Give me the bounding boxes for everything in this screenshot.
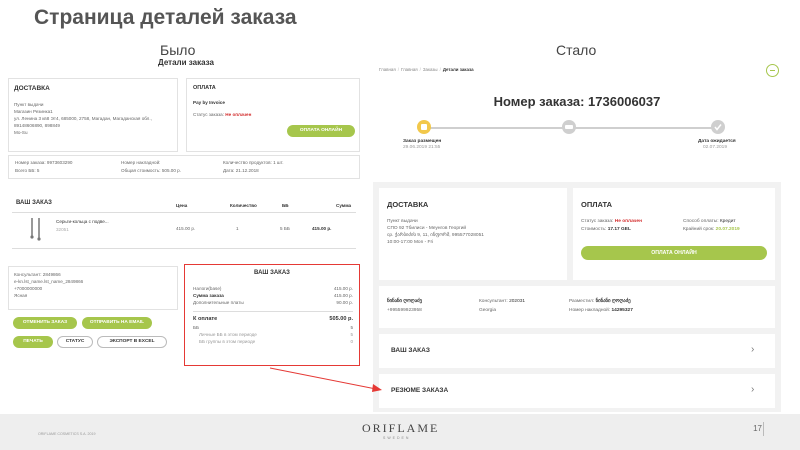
footer-note: ORIFLAME COSMETICS S.A. 2019 [38, 432, 96, 436]
oriflame-logo: ORIFLAME [362, 421, 440, 435]
slide: Страница деталей заказа Было Стало Детал… [0, 0, 800, 450]
page-divider [763, 422, 764, 436]
page-number: 17 [753, 424, 762, 433]
oriflame-logo-sub: SWEDEN [383, 436, 411, 440]
comparison-arrow [269, 367, 382, 392]
